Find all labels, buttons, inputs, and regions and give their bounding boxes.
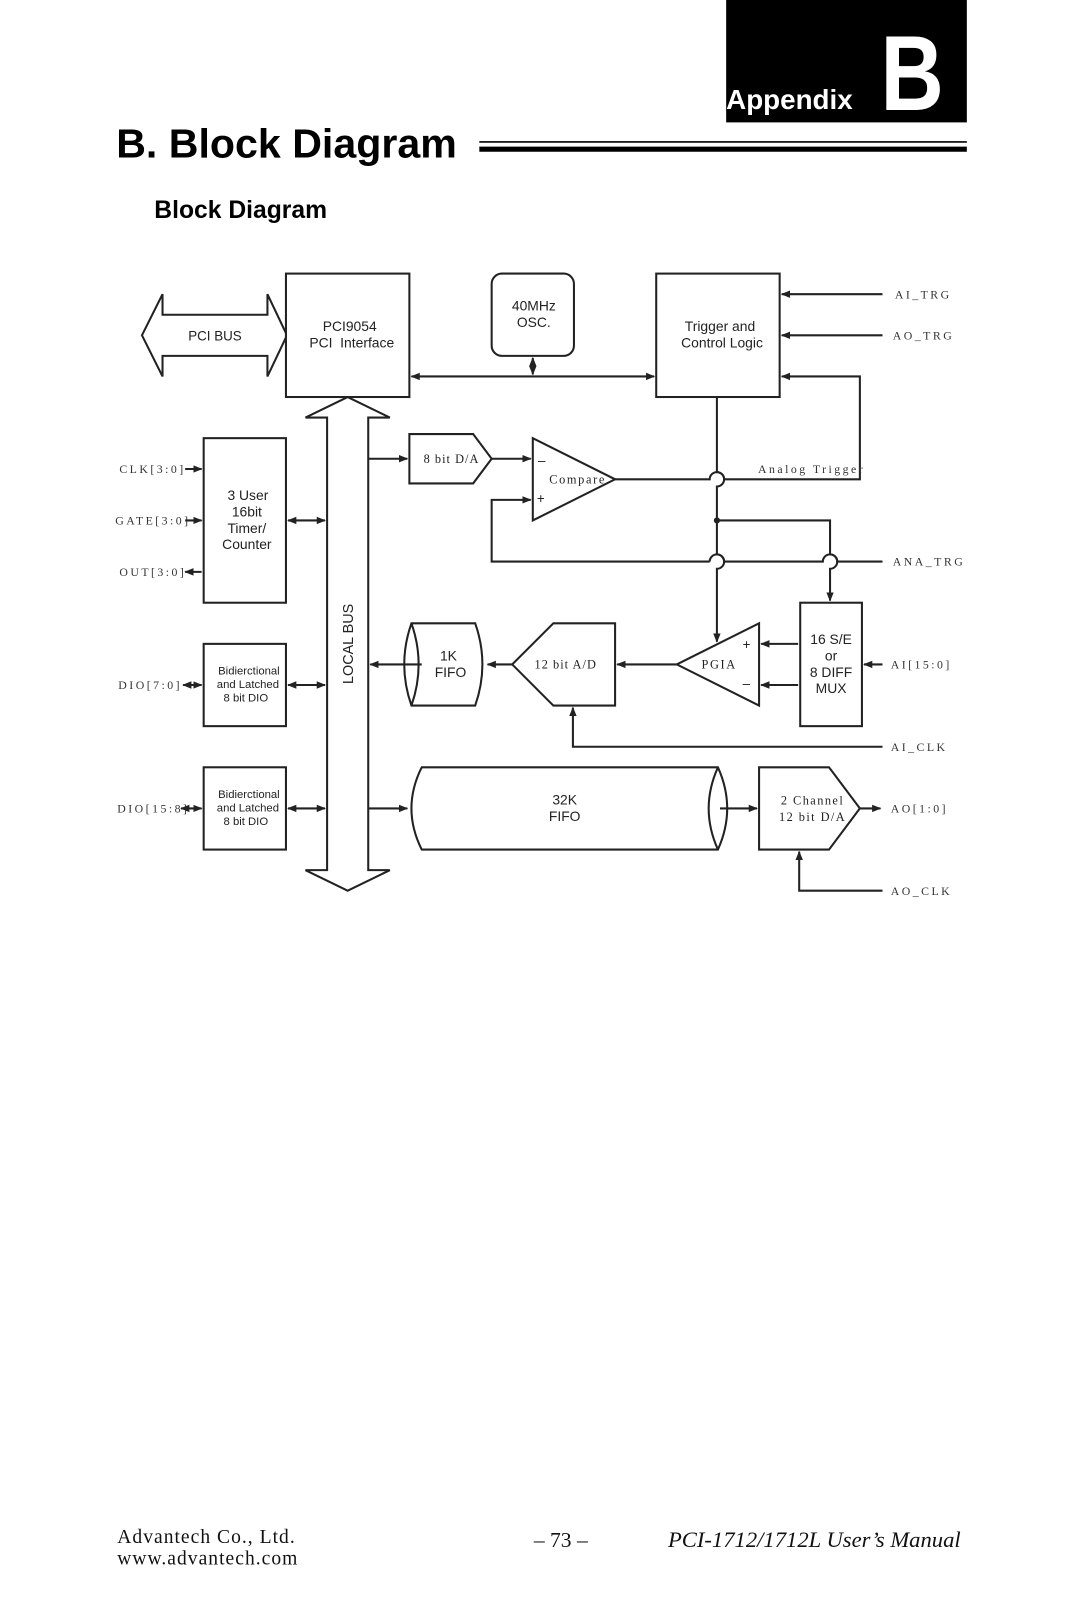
- dio-high-label: DIO[15:8]: [117, 802, 189, 816]
- dio-block-low: Bidierctional and Latched 8 bit DIO: [202, 642, 287, 728]
- fifo-32k-block: 32K FIFO: [410, 766, 729, 851]
- footer: Advantech Co., Ltd. www.advantech.com – …: [117, 1527, 960, 1570]
- dio-block-high: Bidierctional and Latched 8 bit DIO: [202, 766, 287, 851]
- clk-label: CLK[3:0]: [119, 462, 185, 476]
- comparator-minus: –: [538, 453, 546, 468]
- dac-8bit-block: 8 bit D/A: [408, 433, 493, 485]
- ana-trg-line: [708, 553, 883, 563]
- dac-2ch-block: 2 Channel 12 bit D/A: [758, 766, 862, 851]
- section-title: Block Diagram: [154, 197, 327, 224]
- comparator-block: – + Compare: [531, 436, 618, 523]
- dac-2ch-line-2: 12 bit D/A: [779, 810, 846, 824]
- trigger-control-block: Trigger and Control Logic: [655, 272, 781, 399]
- ai-clk-label: AI_CLK: [891, 740, 948, 754]
- mux-block: 16 S/E or 8 DIFF MUX: [799, 601, 863, 728]
- local-bus-arrow: LOCAL BUS: [305, 395, 391, 892]
- page: Appendix B B. Block Diagram Block Diagra…: [115, 0, 967, 1570]
- pci-bus-arrow: PCI BUS: [140, 293, 289, 377]
- dac-2ch-line-1: 2 Channel: [781, 793, 844, 807]
- trigger-control-line-2: Control Logic: [681, 335, 763, 351]
- footer-company: Advantech Co., Ltd.: [117, 1527, 295, 1548]
- dio-high-line-1: Bidierctional: [218, 789, 280, 801]
- dio-low-line-3: 8 bit DIO: [224, 692, 269, 704]
- fifo-32k-line-2: FIFO: [549, 808, 581, 824]
- oscillator-line-2: OSC.: [517, 314, 551, 330]
- compare-plus-input: [490, 496, 710, 563]
- dac-8bit-label: 8 bit D/A: [424, 452, 480, 466]
- oscillator-block: 40MHz OSC.: [490, 272, 575, 357]
- chapter-title: B. Block Diagram: [116, 120, 457, 166]
- out-label: OUT[3:0]: [119, 565, 186, 579]
- timer-line-1: 3 User: [227, 487, 268, 503]
- mux-line-4: MUX: [816, 680, 847, 696]
- timer-line-3: Timer/: [227, 520, 266, 536]
- comparator-label: Compare: [549, 472, 606, 486]
- local-bus-label: LOCAL BUS: [341, 604, 357, 684]
- adc-12bit-label: 12 bit A/D: [535, 658, 597, 672]
- fifo-1k-line-2: FIFO: [435, 664, 467, 680]
- appendix-letter: B: [880, 13, 943, 133]
- ao-output-label: AO[1:0]: [891, 802, 948, 816]
- trigger-to-mux-line: [716, 519, 839, 602]
- pgia-minus: –: [743, 676, 751, 691]
- ana-trg-label: ANA_TRG: [893, 555, 965, 569]
- dio-high-line-3: 8 bit DIO: [224, 816, 269, 828]
- fifo-1k-line-1: 1K: [440, 647, 458, 663]
- pgia-plus: +: [743, 637, 751, 652]
- ao-clk-label: AO_CLK: [891, 884, 952, 898]
- mux-line-3: 8 DIFF: [810, 664, 852, 680]
- ai-input-label: AI[15:0]: [891, 658, 952, 672]
- footer-page-number: – 73 –: [533, 1528, 588, 1552]
- comparator-plus: +: [537, 491, 545, 506]
- block-diagram: PCI BUS PCI9054 PCI Interface 40MHz OSC.…: [115, 272, 965, 898]
- dio-low-line-1: Bidierctional: [218, 666, 280, 678]
- timer-line-2: 16bit: [232, 503, 262, 519]
- gate-label: GATE[3:0]: [115, 514, 190, 528]
- footer-website: www.advantech.com: [117, 1548, 298, 1569]
- pci-bus-label: PCI BUS: [188, 328, 242, 343]
- appendix-label: Appendix: [726, 84, 853, 115]
- fifo-32k-line-1: 32K: [552, 791, 577, 807]
- ao-trg-label: AO_TRG: [893, 328, 954, 342]
- appendix-tab: Appendix B: [726, 0, 967, 133]
- dio-low-label: DIO[7:0]: [118, 678, 182, 692]
- oscillator-line-1: 40MHz: [512, 298, 556, 314]
- adc-12bit-block: 12 bit A/D: [510, 622, 617, 707]
- pgia-label: PGIA: [701, 658, 736, 672]
- ao-clk-line: [795, 850, 883, 892]
- footer-manual-title: PCI-1712/1712L User’s Manual: [667, 1527, 961, 1552]
- ai-trg-label: AI_TRG: [895, 287, 952, 301]
- analog-trigger-label: Analog Trigger: [758, 462, 865, 476]
- pci-interface-line-1: PCI9054: [323, 318, 377, 334]
- dio-low-line-2: and Latched: [217, 679, 279, 691]
- mux-line-1: 16 S/E: [810, 631, 852, 647]
- pci-interface-line-2: PCI Interface: [309, 335, 394, 351]
- timer-counter-block: 3 User 16bit Timer/ Counter: [202, 437, 287, 604]
- title-rule: [479, 141, 967, 152]
- pci-interface-block: PCI9054 PCI Interface: [284, 272, 411, 399]
- trigger-control-line-1: Trigger and: [685, 318, 755, 334]
- timer-line-4: Counter: [222, 536, 272, 552]
- mux-line-2: or: [825, 647, 838, 663]
- dio-high-line-2: and Latched: [217, 803, 279, 815]
